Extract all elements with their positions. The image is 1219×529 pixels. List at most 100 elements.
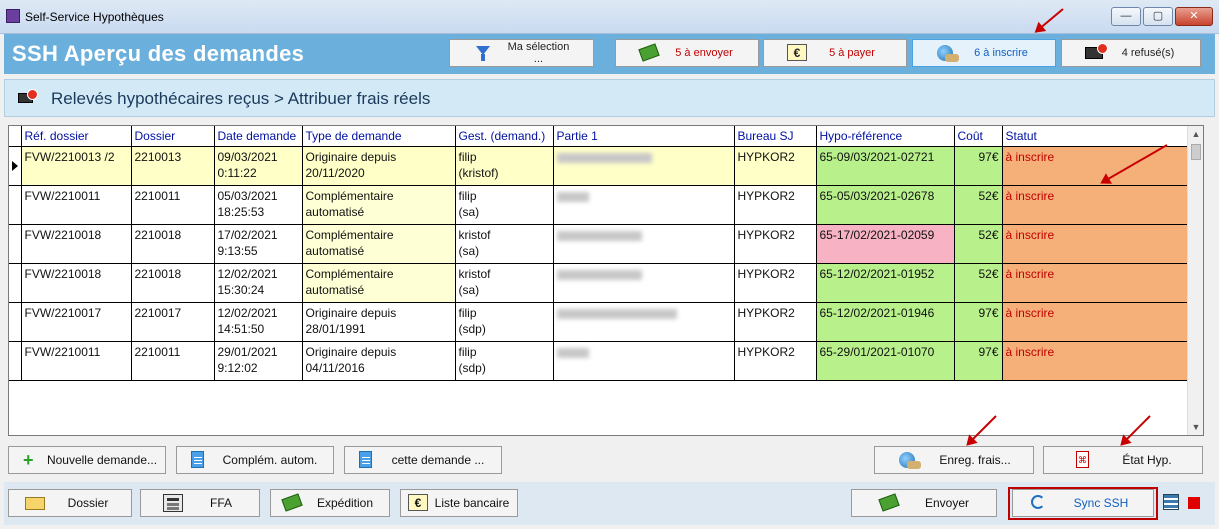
cell-hypo: 65-12/02/2021-01952 — [816, 263, 955, 303]
table-row[interactable]: FVW/2210011 2210011 05/03/2021 18:25:53 C… — [9, 185, 1189, 225]
state-hyp-button[interactable]: ⌘ État Hyp. — [1043, 446, 1203, 474]
cell-cost: 97€ — [954, 341, 1003, 381]
row-selector[interactable] — [9, 302, 22, 342]
cell-bureau: HYPKOR2 — [734, 263, 817, 303]
cell-ref: FVW/2210011 — [21, 185, 132, 225]
col-bureau-sj[interactable]: Bureau SJ — [734, 126, 817, 147]
table-row[interactable]: FVW/2210017 2210017 12/02/2021 14:51:50 O… — [9, 302, 1189, 342]
col-partie-1[interactable]: Partie 1 — [553, 126, 735, 147]
cell-type: Originaire depuis 20/11/2020 — [302, 146, 456, 186]
cell-cost: 52€ — [954, 263, 1003, 303]
bank-list-button[interactable]: € Liste bancaire — [400, 489, 518, 517]
row-selector[interactable] — [9, 341, 22, 381]
maximize-button[interactable]: ▢ — [1143, 7, 1173, 26]
register-fees-button[interactable]: Enreg. frais... — [874, 446, 1034, 474]
cell-status: à inscrire — [1002, 185, 1189, 225]
close-button[interactable]: ✕ — [1175, 7, 1213, 26]
to-send-button[interactable]: 5 à envoyer — [615, 39, 759, 67]
cell-hypo: 65-17/02/2021-02059 — [816, 224, 955, 264]
scroll-down-icon[interactable]: ▼ — [1188, 419, 1203, 435]
cell-bureau: HYPKOR2 — [734, 302, 817, 342]
cell-gest: filip (sdp) — [455, 341, 554, 381]
scroll-up-icon[interactable]: ▲ — [1188, 126, 1203, 142]
cell-status: à inscrire — [1002, 146, 1189, 186]
requests-grid[interactable]: Réf. dossier Dossier Date demande Type d… — [8, 125, 1204, 436]
cell-status: à inscrire — [1002, 224, 1189, 264]
cell-dossier: 2210018 — [131, 263, 215, 303]
sub-header: Relevés hypothécaires reçus > Attribuer … — [4, 79, 1215, 117]
to-register-button[interactable]: 6 à inscrire — [912, 39, 1056, 67]
table-row[interactable]: FVW/2210013 /2 2210013 09/03/2021 0:11:22… — [9, 146, 1189, 186]
col-type-demande[interactable]: Type de demande — [302, 126, 456, 147]
minimize-button[interactable]: — — [1111, 7, 1141, 26]
row-selector[interactable] — [9, 185, 22, 225]
send-button[interactable]: Envoyer — [851, 489, 997, 517]
col-gestionnaire[interactable]: Gest. (demand.) — [455, 126, 554, 147]
row-selector[interactable] — [9, 146, 22, 186]
money-icon — [638, 43, 660, 62]
col-hypo-reference[interactable]: Hypo-référence — [816, 126, 955, 147]
my-selection-button[interactable]: Ma sélection ... — [449, 39, 594, 67]
register-fees-label: Enreg. frais... — [939, 453, 1011, 467]
row-selector[interactable] — [9, 224, 22, 264]
col-ref-dossier[interactable]: Réf. dossier — [21, 126, 132, 147]
money-send-icon — [878, 493, 900, 512]
sync-ssh-button[interactable]: Sync SSH — [1012, 489, 1154, 517]
cell-gest: filip (sdp) — [455, 302, 554, 342]
calculator-icon — [163, 494, 183, 512]
cell-status: à inscrire — [1002, 263, 1189, 303]
scroll-thumb[interactable] — [1191, 144, 1201, 160]
dossier-label: Dossier — [67, 496, 109, 510]
cell-type: Complémentaire automatisé — [302, 224, 456, 264]
refused-button[interactable]: 4 refusé(s) — [1061, 39, 1201, 67]
complement-auto-button[interactable]: Complém. autom. — [176, 446, 334, 474]
cell-dossier: 2210011 — [131, 185, 215, 225]
cell-ref: FVW/2210013 /2 — [21, 146, 132, 186]
table-row[interactable]: FVW/2210018 2210018 17/02/2021 9:13:55 Co… — [9, 224, 1189, 264]
money-check-icon — [281, 493, 303, 512]
requests-table: Réf. dossier Dossier Date demande Type d… — [9, 126, 1189, 381]
cell-date: 12/02/2021 14:51:50 — [214, 302, 303, 342]
cell-type: Originaire depuis 04/11/2016 — [302, 341, 456, 381]
col-date-demande[interactable]: Date demande — [214, 126, 303, 147]
cell-hypo: 65-29/01/2021-01070 — [816, 341, 955, 381]
this-request-label: cette demande ... — [391, 453, 485, 467]
cell-date: 12/02/2021 15:30:24 — [214, 263, 303, 303]
bank-list-label: Liste bancaire — [434, 496, 510, 510]
dossier-button[interactable]: Dossier — [8, 489, 132, 517]
current-row-marker-icon — [12, 160, 18, 171]
table-row[interactable]: FVW/2210018 2210018 12/02/2021 15:30:24 C… — [9, 263, 1189, 303]
row-selector[interactable] — [9, 263, 22, 303]
my-selection-label: Ma sélection ... — [507, 41, 570, 65]
window-title: Self-Service Hypothèques — [25, 10, 164, 24]
shipping-button[interactable]: Expédition — [270, 489, 390, 517]
globe-icon — [897, 451, 921, 469]
col-cout[interactable]: Coût — [954, 126, 1003, 147]
cell-partie-blurred — [553, 224, 735, 264]
vertical-scrollbar[interactable]: ▲ ▼ — [1187, 126, 1203, 435]
cell-type: Complémentaire automatisé — [302, 263, 456, 303]
new-request-button[interactable]: + Nouvelle demande... — [8, 446, 166, 474]
grid-view-icon[interactable] — [1163, 494, 1179, 510]
table-row[interactable]: FVW/2210011 2210011 29/01/2021 9:12:02 Or… — [9, 341, 1189, 381]
col-statut[interactable]: Statut — [1002, 126, 1189, 147]
cell-bureau: HYPKOR2 — [734, 341, 817, 381]
cell-ref: FVW/2210018 — [21, 263, 132, 303]
cell-type: Complémentaire automatisé — [302, 185, 456, 225]
to-pay-label: 5 à payer — [829, 47, 875, 59]
cell-date: 29/01/2021 9:12:02 — [214, 341, 303, 381]
this-request-button[interactable]: cette demande ... — [344, 446, 502, 474]
cell-partie-blurred — [553, 302, 735, 342]
cell-ref: FVW/2210011 — [21, 341, 132, 381]
cell-partie-blurred — [553, 263, 735, 303]
state-hyp-label: État Hyp. — [1122, 453, 1172, 467]
cell-cost: 52€ — [954, 185, 1003, 225]
section-title: Relevés hypothécaires reçus > Attribuer … — [51, 89, 431, 108]
envelope-refused-icon — [1084, 43, 1108, 62]
shipping-label: Expédition — [316, 496, 374, 510]
to-pay-button[interactable]: € 5 à payer — [763, 39, 907, 67]
col-dossier[interactable]: Dossier — [131, 126, 215, 147]
ffa-button[interactable]: FFA — [140, 489, 260, 517]
cell-bureau: HYPKOR2 — [734, 185, 817, 225]
app-icon — [6, 9, 20, 23]
